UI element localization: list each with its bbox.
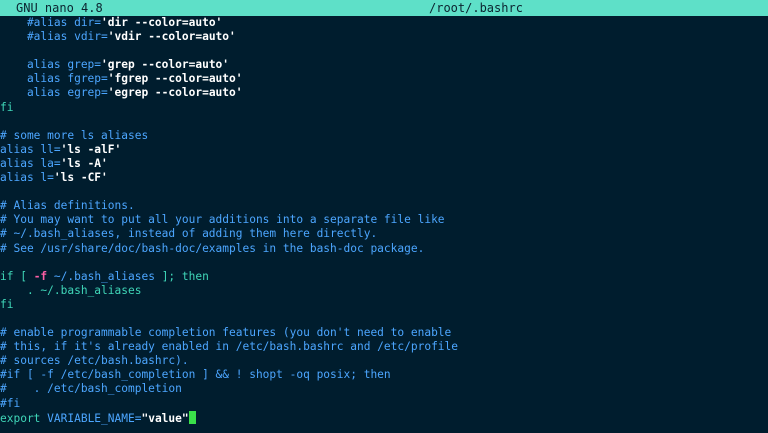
- code-token: . ~/.bash_aliases: [0, 283, 142, 297]
- code-line[interactable]: # some more ls aliases: [0, 129, 768, 143]
- code-line[interactable]: fi: [0, 298, 768, 312]
- code-token: #if [ -f /etc/bash_completion ] && ! sho…: [0, 368, 391, 382]
- code-token: alias grep=: [0, 58, 102, 72]
- text-cursor: [188, 410, 196, 424]
- code-token: 'dir --color=auto': [101, 16, 223, 29]
- code-token: alias l=: [0, 171, 54, 185]
- code-token: VARIABLE_NAME=: [40, 411, 142, 425]
- code-token: alias fgrep=: [0, 72, 108, 86]
- code-line[interactable]: [0, 185, 768, 199]
- code-line[interactable]: fi: [0, 101, 768, 115]
- code-line[interactable]: # You may want to put all your additions…: [0, 213, 768, 227]
- code-line[interactable]: # sources /etc/bash.bashrc).: [0, 354, 768, 368]
- code-token: #fi: [0, 396, 21, 410]
- code-token: ]; then: [161, 269, 209, 283]
- code-token: 'grep --color=auto': [101, 58, 230, 72]
- code-line[interactable]: # this, if it's already enabled in /etc/…: [0, 340, 768, 354]
- code-line[interactable]: # Alias definitions.: [0, 199, 768, 213]
- code-token: "value": [141, 411, 189, 425]
- code-token: if [: [0, 269, 34, 283]
- code-line[interactable]: alias la='ls -A': [0, 157, 768, 171]
- code-token: #alias vdir=: [0, 30, 108, 44]
- code-line[interactable]: # enable programmable completion feature…: [0, 326, 768, 340]
- code-token: -f: [33, 269, 48, 283]
- code-line[interactable]: alias l='ls -CF': [0, 171, 768, 185]
- code-line[interactable]: if [ -f ~/.bash_aliases ]; then: [0, 270, 768, 284]
- code-token: # ~/.bash_aliases, instead of adding the…: [0, 227, 378, 241]
- code-line[interactable]: # See /usr/share/doc/bash-doc/examples i…: [0, 242, 768, 256]
- code-token: alias ll=: [0, 142, 61, 156]
- code-token: 'fgrep --color=auto': [107, 72, 243, 86]
- code-token: # enable programmable completion feature…: [0, 326, 452, 340]
- code-token: # Alias definitions.: [0, 199, 135, 213]
- code-line[interactable]: alias grep='grep --color=auto': [0, 58, 768, 72]
- code-token: ~/.bash_aliases: [47, 269, 162, 283]
- code-line[interactable]: [0, 115, 768, 129]
- nano-title-bar: GNU nano 4.8 /root/.bashrc: [0, 0, 768, 16]
- code-line[interactable]: alias fgrep='fgrep --color=auto': [0, 72, 768, 86]
- code-line[interactable]: # . /etc/bash_completion: [0, 382, 768, 396]
- code-line[interactable]: [0, 256, 768, 270]
- code-token: fi: [0, 297, 14, 311]
- code-line[interactable]: [0, 312, 768, 326]
- code-token: #alias dir=: [0, 16, 102, 29]
- code-token: # See /usr/share/doc/bash-doc/examples i…: [0, 241, 425, 255]
- text-editor-area[interactable]: #alias dir='dir --color=auto' #alias vdi…: [0, 16, 768, 425]
- code-token: # this, if it's already enabled in /etc/…: [0, 340, 459, 354]
- code-line[interactable]: [0, 44, 768, 58]
- code-line[interactable]: . ~/.bash_aliases: [0, 284, 768, 298]
- code-line[interactable]: #if [ -f /etc/bash_completion ] && ! sho…: [0, 368, 768, 382]
- app-name: GNU nano 4.8: [16, 1, 103, 15]
- code-token: fi: [0, 100, 14, 114]
- code-line[interactable]: #alias dir='dir --color=auto': [0, 16, 768, 30]
- code-token: # . /etc/bash_completion: [0, 382, 182, 396]
- code-line[interactable]: alias egrep='egrep --color=auto': [0, 86, 768, 100]
- code-token: # You may want to put all your additions…: [0, 213, 445, 227]
- code-line[interactable]: #alias vdir='vdir --color=auto': [0, 30, 768, 44]
- code-token: # some more ls aliases: [0, 128, 149, 142]
- code-token: export: [0, 411, 41, 425]
- code-line[interactable]: alias ll='ls -alF': [0, 143, 768, 157]
- code-token: alias la=: [0, 156, 61, 170]
- code-token: 'ls -alF': [60, 142, 122, 156]
- file-path: /root/.bashrc: [429, 1, 523, 15]
- code-token: 'ls -A': [60, 156, 108, 170]
- nano-editor-window: GNU nano 4.8 /root/.bashrc #alias dir='d…: [0, 0, 768, 433]
- code-line[interactable]: export VARIABLE_NAME="value": [0, 410, 768, 425]
- code-token: 'ls -CF': [53, 171, 108, 185]
- code-token: # sources /etc/bash.bashrc).: [0, 354, 189, 368]
- code-token: 'vdir --color=auto': [107, 30, 236, 44]
- code-line[interactable]: #fi: [0, 397, 768, 411]
- code-token: alias egrep=: [0, 86, 108, 100]
- code-line[interactable]: # ~/.bash_aliases, instead of adding the…: [0, 227, 768, 241]
- code-token: 'egrep --color=auto': [107, 86, 243, 100]
